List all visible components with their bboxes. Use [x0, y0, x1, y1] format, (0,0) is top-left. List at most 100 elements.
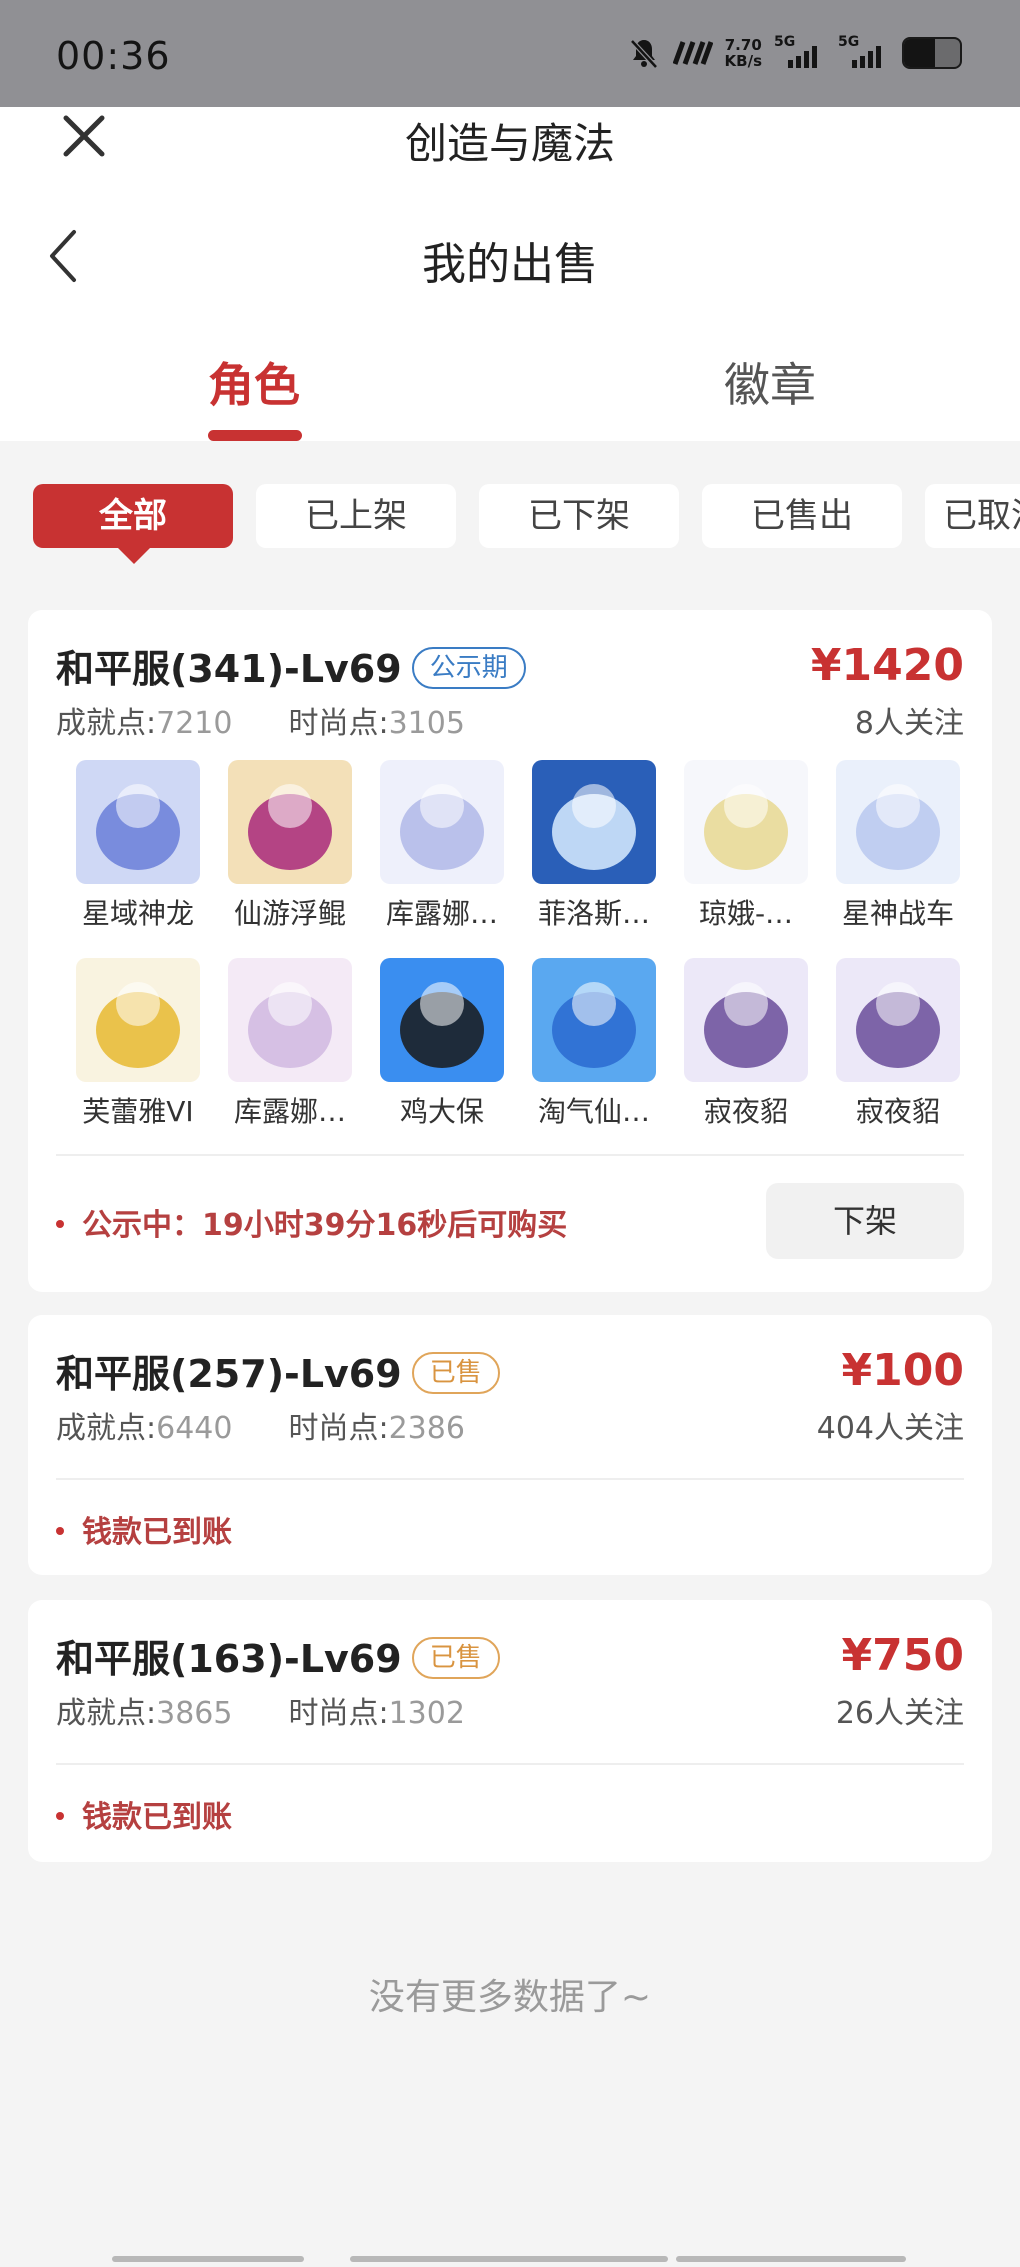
purple-fox-icon — [684, 958, 808, 1082]
achievement-value: 7210 — [156, 706, 233, 741]
item-thumbnail: 淘气仙… — [530, 958, 658, 1130]
listing-note: 钱款已到账 — [56, 1792, 232, 1836]
item-name: 寂夜貂 — [703, 1095, 788, 1128]
item-name: 仙游浮鲲 — [233, 897, 346, 930]
listing-name: 和平服(341)-Lv69 公示期 — [56, 638, 526, 693]
item-thumbnail: 库露娜… — [378, 760, 506, 932]
listing-note-text: 钱款已到账 — [82, 1800, 232, 1835]
filter-row: 全部 已上架 已下架 已售出 已取消 — [0, 484, 1020, 564]
item-name: 寂夜貂 — [855, 1095, 940, 1128]
purple-fox-icon — [836, 958, 960, 1082]
item-thumbnail: 库露娜… — [226, 958, 354, 1130]
item-name: 芙蕾雅VI — [82, 1095, 194, 1128]
achievement-value: 3865 — [156, 1696, 233, 1731]
listing-card[interactable]: 和平服(341)-Lv69 公示期 成就点:7210 时尚点:3105 ¥1420 … — [28, 610, 992, 1292]
item-thumbnail: 星神战车 — [834, 760, 962, 932]
fashion-value: 3105 — [388, 706, 465, 741]
filter-all[interactable]: 全部 — [33, 484, 233, 548]
listing-stats: 成就点:6440 时尚点:2386 — [56, 1403, 465, 1447]
net-speed: 7.70 KB/s — [725, 37, 762, 69]
white-hair-girl-icon — [380, 760, 504, 884]
tab-active-underline — [208, 430, 302, 441]
item-thumbnail: 寂夜貂 — [834, 958, 962, 1130]
blue-bird-icon — [380, 958, 504, 1082]
filter-sold[interactable]: 已售出 — [702, 484, 902, 548]
listing-stats: 成就点:3865 时尚点:1302 — [56, 1688, 465, 1732]
status-badge: 已售 — [411, 1351, 500, 1394]
listing-note-text: 公示中：19小时39分16秒后可购买 — [82, 1208, 568, 1243]
item-name: 星域神龙 — [81, 897, 194, 930]
listing-note: 钱款已到账 — [56, 1507, 232, 1551]
home-indicator — [112, 2256, 304, 2262]
filter-cancelled[interactable]: 已取消 — [925, 484, 1020, 548]
page-title: 我的出售 — [422, 239, 598, 290]
blue-dog-icon — [532, 958, 656, 1082]
fairy-icon — [684, 760, 808, 884]
signal-icon-2: 5G — [838, 34, 890, 68]
white-horse-icon — [836, 760, 960, 884]
status-bar: 00:36 7.70 KB/s 5G 5G — [0, 0, 1020, 107]
delist-button[interactable]: 下架 — [766, 1183, 964, 1259]
filter-listed[interactable]: 已上架 — [256, 484, 456, 548]
listing-name-text: 和平服(163)-Lv69 — [56, 1637, 402, 1681]
achievement-label: 成就点: — [56, 706, 157, 741]
dragon-icon — [76, 760, 200, 884]
item-name: 淘气仙… — [537, 1095, 650, 1128]
filter-active-pointer — [118, 548, 150, 564]
signal-label: 5G — [774, 34, 796, 50]
item-thumbnail: 芙蕾雅VI — [74, 958, 202, 1130]
follower-count: 8人关注 — [854, 706, 964, 741]
follower-count: 404人关注 — [816, 1411, 964, 1446]
item-thumbnail: 琼娥-… — [682, 760, 810, 932]
item-thumbnail: 寂夜貂 — [682, 958, 810, 1130]
net-speed-value: 7.70 — [724, 36, 762, 54]
listing-stats: 成就点:7210 时尚点:3105 — [56, 698, 465, 742]
no-more-data: 没有更多数据了~ — [368, 1977, 652, 2018]
achievement-label: 成就点: — [56, 1696, 157, 1731]
tab-roles[interactable]: 角色 — [208, 349, 300, 415]
fashion-label: 时尚点: — [288, 706, 389, 741]
signal-icon: 5G — [774, 34, 826, 68]
fashion-value: 2386 — [388, 1411, 465, 1446]
listing-note: 公示中：19小时39分16秒后可购买 — [56, 1200, 567, 1244]
fashion-value: 1302 — [388, 1696, 465, 1731]
divider — [56, 1478, 964, 1480]
listing-card[interactable]: 和平服(257)-Lv69 已售 成就点:6440 时尚点:2386 ¥100 40… — [28, 1315, 992, 1575]
fashion-label: 时尚点: — [288, 1411, 389, 1446]
item-name: 鸡大保 — [399, 1095, 484, 1128]
net-speed-unit: KB/s — [724, 52, 762, 70]
item-name: 库露娜… — [233, 1095, 346, 1128]
golden-angel-icon — [76, 958, 200, 1082]
home-indicator — [676, 2256, 906, 2262]
tab-bar: 角色 徽章 — [0, 323, 1020, 441]
listing-card[interactable]: 和平服(163)-Lv69 已售 成就点:3865 时尚点:1302 ¥750 26… — [28, 1600, 992, 1862]
tab-badges[interactable]: 徽章 — [724, 349, 816, 415]
filter-delisted[interactable]: 已下架 — [479, 484, 679, 548]
item-name: 库露娜… — [385, 897, 498, 930]
signal-label-2: 5G — [838, 34, 860, 50]
achievement-value: 6440 — [156, 1411, 233, 1446]
listing-note-text: 钱款已到账 — [82, 1515, 232, 1550]
ice-warrior-icon — [532, 760, 656, 884]
price: ¥1420 — [810, 640, 964, 691]
mute-bell-icon — [629, 39, 658, 69]
listing-name: 和平服(257)-Lv69 已售 — [56, 1343, 500, 1398]
app-title: 创造与魔法 — [404, 119, 615, 168]
divider — [56, 1763, 964, 1765]
price: ¥100 — [841, 1345, 964, 1396]
golden-whale-icon — [228, 760, 352, 884]
divider — [56, 1154, 964, 1156]
item-name: 菲洛斯… — [537, 897, 650, 930]
pink-girl-icon — [228, 958, 352, 1082]
nfc-icon — [672, 41, 713, 65]
item-thumbnail: 星域神龙 — [74, 760, 202, 932]
listing-name: 和平服(163)-Lv69 已售 — [56, 1628, 500, 1683]
home-indicator — [350, 2256, 668, 2262]
item-thumbnail: 菲洛斯… — [530, 760, 658, 932]
item-name: 琼娥-… — [698, 897, 794, 930]
item-name: 星神战车 — [841, 897, 954, 930]
price: ¥750 — [841, 1630, 964, 1681]
battery-icon — [902, 37, 962, 69]
status-icons: 7.70 KB/s 5G 5G — [627, 34, 962, 70]
status-badge: 公示期 — [411, 646, 526, 689]
